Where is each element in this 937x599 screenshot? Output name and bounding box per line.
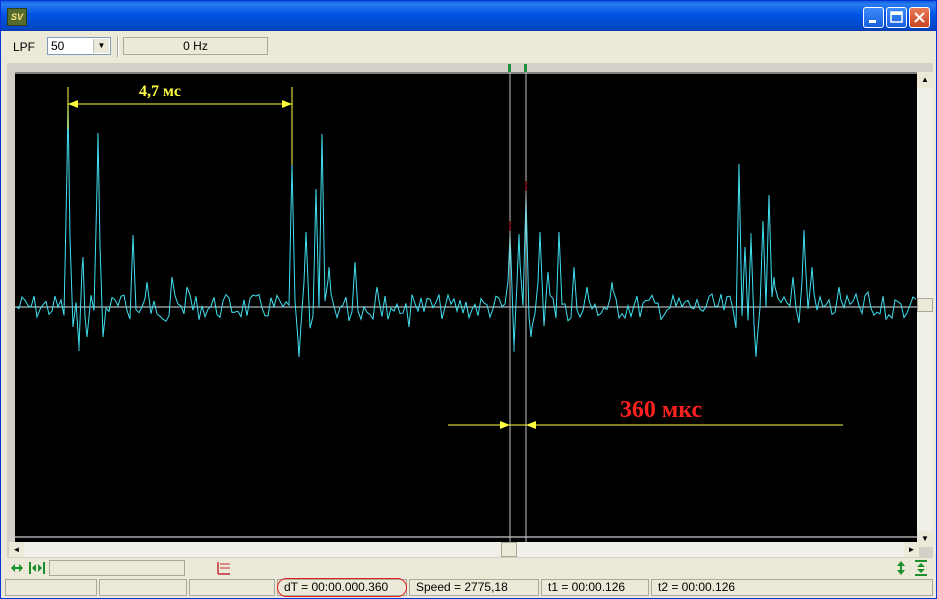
minimize-icon [869, 20, 876, 23]
chevron-down-icon[interactable]: ▼ [93, 39, 109, 53]
zoom-horizontal-icon[interactable] [29, 560, 45, 576]
status-cell-empty-1 [5, 579, 97, 596]
horizontal-scroll-thumb[interactable] [501, 542, 517, 557]
toolbar: LPF 50 ▼ 0 Hz [5, 33, 933, 60]
fit-vertical-icon[interactable] [913, 560, 929, 576]
minimize-button[interactable] [863, 7, 884, 28]
status-speed: Speed = 2775,18 [409, 579, 539, 596]
interval-label: 360 мкс [620, 397, 703, 423]
status-cell-empty-2 [99, 579, 187, 596]
navigation-field [49, 560, 185, 576]
lpf-value: 50 [51, 39, 65, 53]
title-bar[interactable]: SV [1, 1, 936, 31]
scroll-up-button[interactable]: ▲ [917, 72, 933, 88]
status-cell-empty-3 [189, 579, 275, 596]
maximize-icon [890, 11, 903, 23]
horizontal-scrollbar[interactable]: ◄ ► [9, 542, 919, 557]
scroll-right-button[interactable]: ► [904, 542, 919, 557]
scroll-left-button[interactable]: ◄ [9, 542, 24, 557]
status-bar: dT = 00:00.000.360 Speed = 2775,18 t1 = … [5, 578, 933, 597]
frequency-display: 0 Hz [123, 37, 268, 55]
cursor-t2-handle[interactable] [524, 64, 527, 72]
maximize-button[interactable] [886, 7, 907, 28]
lpf-label: LPF [13, 40, 36, 54]
vertical-scroll-thumb[interactable] [917, 298, 933, 312]
scroll-down-button[interactable]: ▼ [917, 531, 933, 547]
dt-highlight [277, 578, 407, 597]
waveform-plot[interactable]: 4,7 мс 360 мкс [7, 63, 933, 558]
navigation-bar [5, 558, 933, 578]
period-label: 4,7 мс [139, 83, 181, 100]
toolbar-separator [117, 36, 119, 57]
lpf-select[interactable]: 50 ▼ [47, 37, 111, 55]
zoom-vertical-icon[interactable] [893, 560, 909, 576]
vertical-scrollbar[interactable]: ▲ ▼ [917, 72, 933, 547]
cursor-t1-handle[interactable] [508, 64, 511, 72]
close-button[interactable] [909, 7, 930, 28]
status-t1: t1 = 00:00.126 [541, 579, 649, 596]
fit-horizontal-icon[interactable] [9, 560, 25, 576]
main-window: SV LPF 50 ▼ 0 Hz 4,7 мс 360 мкс ▲ ▼ ◄ ► … [0, 0, 937, 599]
chart-settings-icon[interactable] [216, 560, 232, 576]
plot-area: 4,7 мс 360 мкс ▲ ▼ [7, 63, 933, 558]
close-icon [914, 12, 925, 23]
status-t2: t2 = 00:00.126 [651, 579, 933, 596]
app-icon[interactable]: SV [7, 8, 27, 26]
